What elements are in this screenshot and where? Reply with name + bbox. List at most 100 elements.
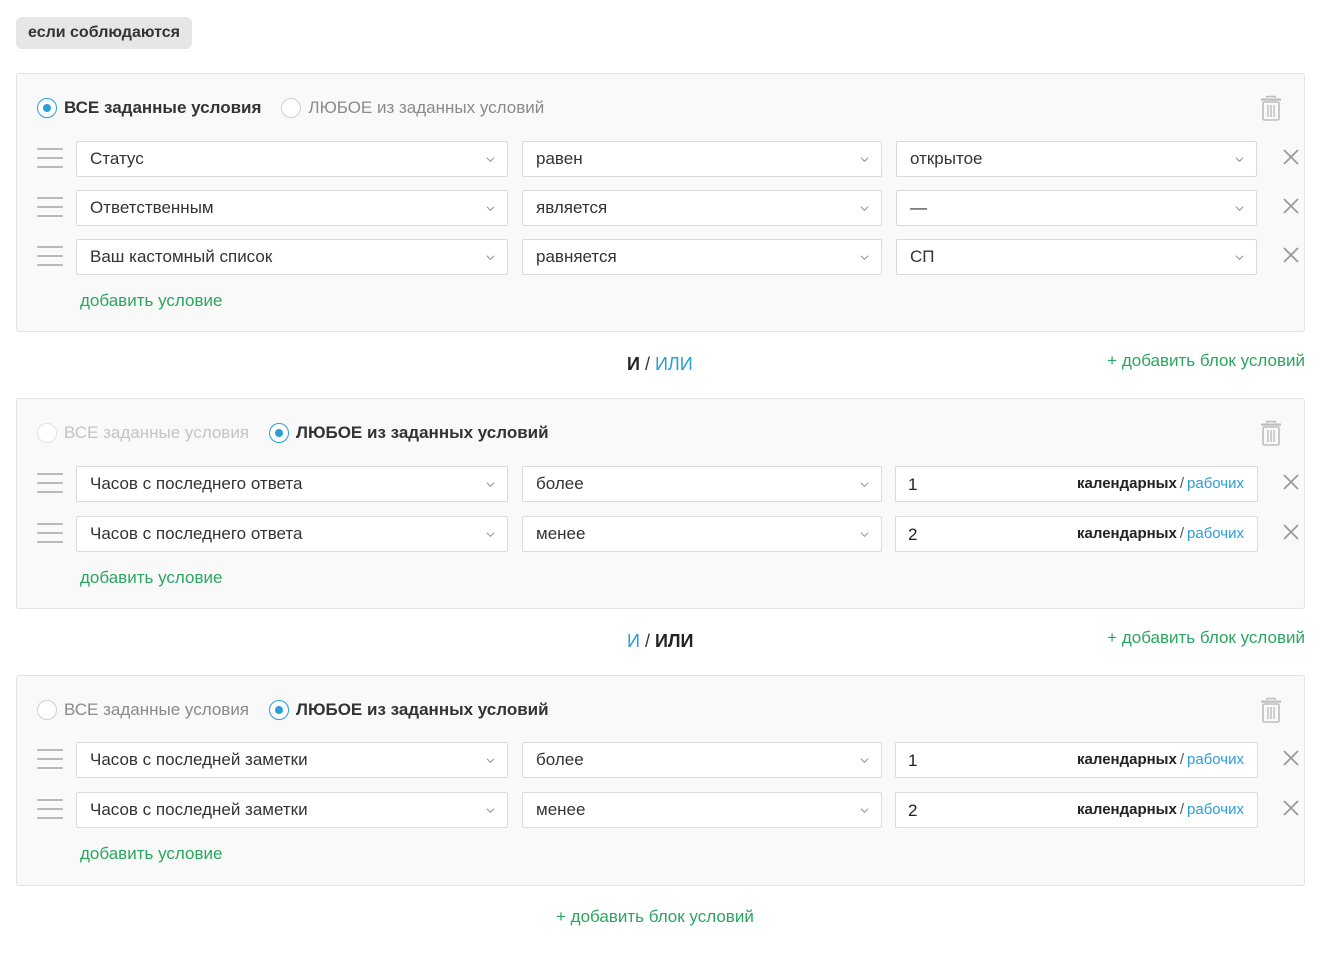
operator-select[interactable]: равен (522, 141, 882, 177)
operator-select[interactable]: более (522, 466, 882, 502)
chevron-down-icon (486, 206, 495, 212)
unit-calendar-option[interactable]: календарных (1077, 525, 1177, 542)
unit-workdays-option[interactable]: рабочих (1187, 751, 1244, 768)
drag-handle-icon[interactable] (37, 246, 63, 268)
unit-calendar-option[interactable]: календарных (1077, 751, 1177, 768)
operator-select[interactable]: более (522, 742, 882, 778)
field-select[interactable]: Ответственным (76, 190, 508, 226)
radio-icon[interactable] (269, 423, 290, 443)
radio-icon[interactable] (37, 98, 57, 118)
close-icon[interactable] (1282, 148, 1300, 166)
trash-icon[interactable] (1260, 697, 1282, 723)
field-select[interactable]: Ваш кастомный список (76, 239, 508, 275)
field-select-value: Часов с последней заметки (90, 800, 308, 819)
hours-input[interactable]: 2 календарных / рабочих (895, 516, 1258, 552)
unit-separator: / (1179, 525, 1185, 542)
drag-handle-icon[interactable] (37, 523, 63, 545)
operator-select[interactable]: менее (522, 792, 882, 828)
hours-unit-toggle: календарных / рабочих (1077, 517, 1244, 551)
condition-block-2: ВСЕ заданные условия ЛЮБОЕ из заданных у… (16, 398, 1305, 609)
chevron-down-icon (860, 255, 869, 261)
radio-all-label: ВСЕ заданные условия (64, 423, 250, 442)
radio-icon[interactable] (281, 98, 302, 118)
logic-or-option[interactable]: ИЛИ (655, 631, 694, 651)
logic-and-option[interactable]: И (627, 631, 640, 651)
close-icon[interactable] (1282, 473, 1300, 491)
hours-value[interactable]: 1 (908, 468, 917, 502)
drag-handle-icon[interactable] (37, 749, 63, 771)
close-icon[interactable] (1282, 523, 1300, 541)
trash-icon[interactable] (1260, 420, 1282, 446)
field-select[interactable]: Часов с последней заметки (76, 742, 508, 778)
radio-all-conditions[interactable]: ВСЕ заданные условия (37, 700, 249, 720)
operator-select-value: менее (536, 800, 586, 819)
chevron-down-icon (1235, 206, 1244, 212)
drag-handle-icon[interactable] (37, 197, 63, 219)
operator-select-value: более (536, 474, 584, 493)
field-select-value: Часов с последней заметки (90, 750, 308, 769)
add-block-link[interactable]: + добавить блок условий (1107, 628, 1305, 648)
add-condition-link[interactable]: добавить условие (80, 291, 222, 311)
add-condition-link[interactable]: добавить условие (80, 568, 222, 588)
operator-select[interactable]: является (522, 190, 882, 226)
radio-all-conditions[interactable]: ВСЕ заданные условия (37, 423, 249, 443)
field-select[interactable]: Часов с последней заметки (76, 792, 508, 828)
unit-calendar-option[interactable]: календарных (1077, 801, 1177, 818)
drag-handle-icon[interactable] (37, 473, 63, 495)
operator-select-value: равен (536, 149, 583, 168)
radio-icon[interactable] (269, 700, 290, 720)
operator-select[interactable]: менее (522, 516, 882, 552)
unit-workdays-option[interactable]: рабочих (1187, 475, 1244, 492)
value-select[interactable]: СП (896, 239, 1257, 275)
chevron-down-icon (1235, 255, 1244, 261)
add-block-link[interactable]: + добавить блок условий (556, 907, 754, 927)
unit-workdays-option[interactable]: рабочих (1187, 801, 1244, 818)
radio-any-condition[interactable]: ЛЮБОЕ из заданных условий (269, 700, 549, 720)
chevron-down-icon (486, 808, 495, 814)
drag-handle-icon[interactable] (37, 148, 63, 170)
value-select[interactable]: — (896, 190, 1257, 226)
field-select[interactable]: Статус (76, 141, 508, 177)
radio-icon[interactable] (37, 700, 57, 720)
close-icon[interactable] (1282, 197, 1300, 215)
hours-value[interactable]: 1 (908, 744, 917, 778)
operator-select-value: является (536, 198, 608, 217)
operator-select-value: менее (536, 524, 586, 543)
add-block-link[interactable]: + добавить блок условий (1107, 351, 1305, 371)
unit-workdays-option[interactable]: рабочих (1187, 525, 1244, 542)
trash-icon[interactable] (1260, 95, 1282, 121)
hours-unit-toggle: календарных / рабочих (1077, 467, 1244, 501)
chevron-down-icon (860, 206, 869, 212)
radio-any-label: ЛЮБОЕ из заданных условий (308, 98, 545, 117)
chevron-down-icon (1235, 157, 1244, 163)
radio-all-conditions[interactable]: ВСЕ заданные условия (37, 98, 261, 118)
radio-any-condition[interactable]: ЛЮБОЕ из заданных условий (269, 423, 549, 443)
operator-select[interactable]: равняется (522, 239, 882, 275)
close-icon[interactable] (1282, 799, 1300, 817)
chevron-down-icon (486, 532, 495, 538)
unit-calendar-option[interactable]: календарных (1077, 475, 1177, 492)
field-select[interactable]: Часов с последнего ответа (76, 516, 508, 552)
hours-input[interactable]: 1 календарных / рабочих (895, 742, 1258, 778)
radio-all-label: ВСЕ заданные условия (64, 700, 250, 719)
logic-and-option[interactable]: И (627, 354, 640, 374)
hours-value[interactable]: 2 (908, 518, 917, 552)
radio-any-condition[interactable]: ЛЮБОЕ из заданных условий (281, 98, 544, 118)
radio-icon[interactable] (37, 423, 57, 443)
close-icon[interactable] (1282, 246, 1300, 264)
field-select-value: Часов с последнего ответа (90, 524, 303, 543)
drag-handle-icon[interactable] (37, 799, 63, 821)
close-icon[interactable] (1282, 749, 1300, 767)
value-select[interactable]: открытое (896, 141, 1257, 177)
add-condition-link[interactable]: добавить условие (80, 844, 222, 864)
field-select[interactable]: Часов с последнего ответа (76, 466, 508, 502)
match-mode-selector: ВСЕ заданные условия ЛЮБОЕ из заданных у… (37, 96, 564, 120)
hours-input[interactable]: 1 календарных / рабочих (895, 466, 1258, 502)
unit-separator: / (1179, 751, 1185, 768)
logic-or-option[interactable]: ИЛИ (655, 354, 693, 374)
chevron-down-icon (486, 157, 495, 163)
field-select-value: Ваш кастомный список (90, 247, 273, 266)
chevron-down-icon (486, 482, 495, 488)
hours-value[interactable]: 2 (908, 794, 917, 828)
hours-input[interactable]: 2 календарных / рабочих (895, 792, 1258, 828)
